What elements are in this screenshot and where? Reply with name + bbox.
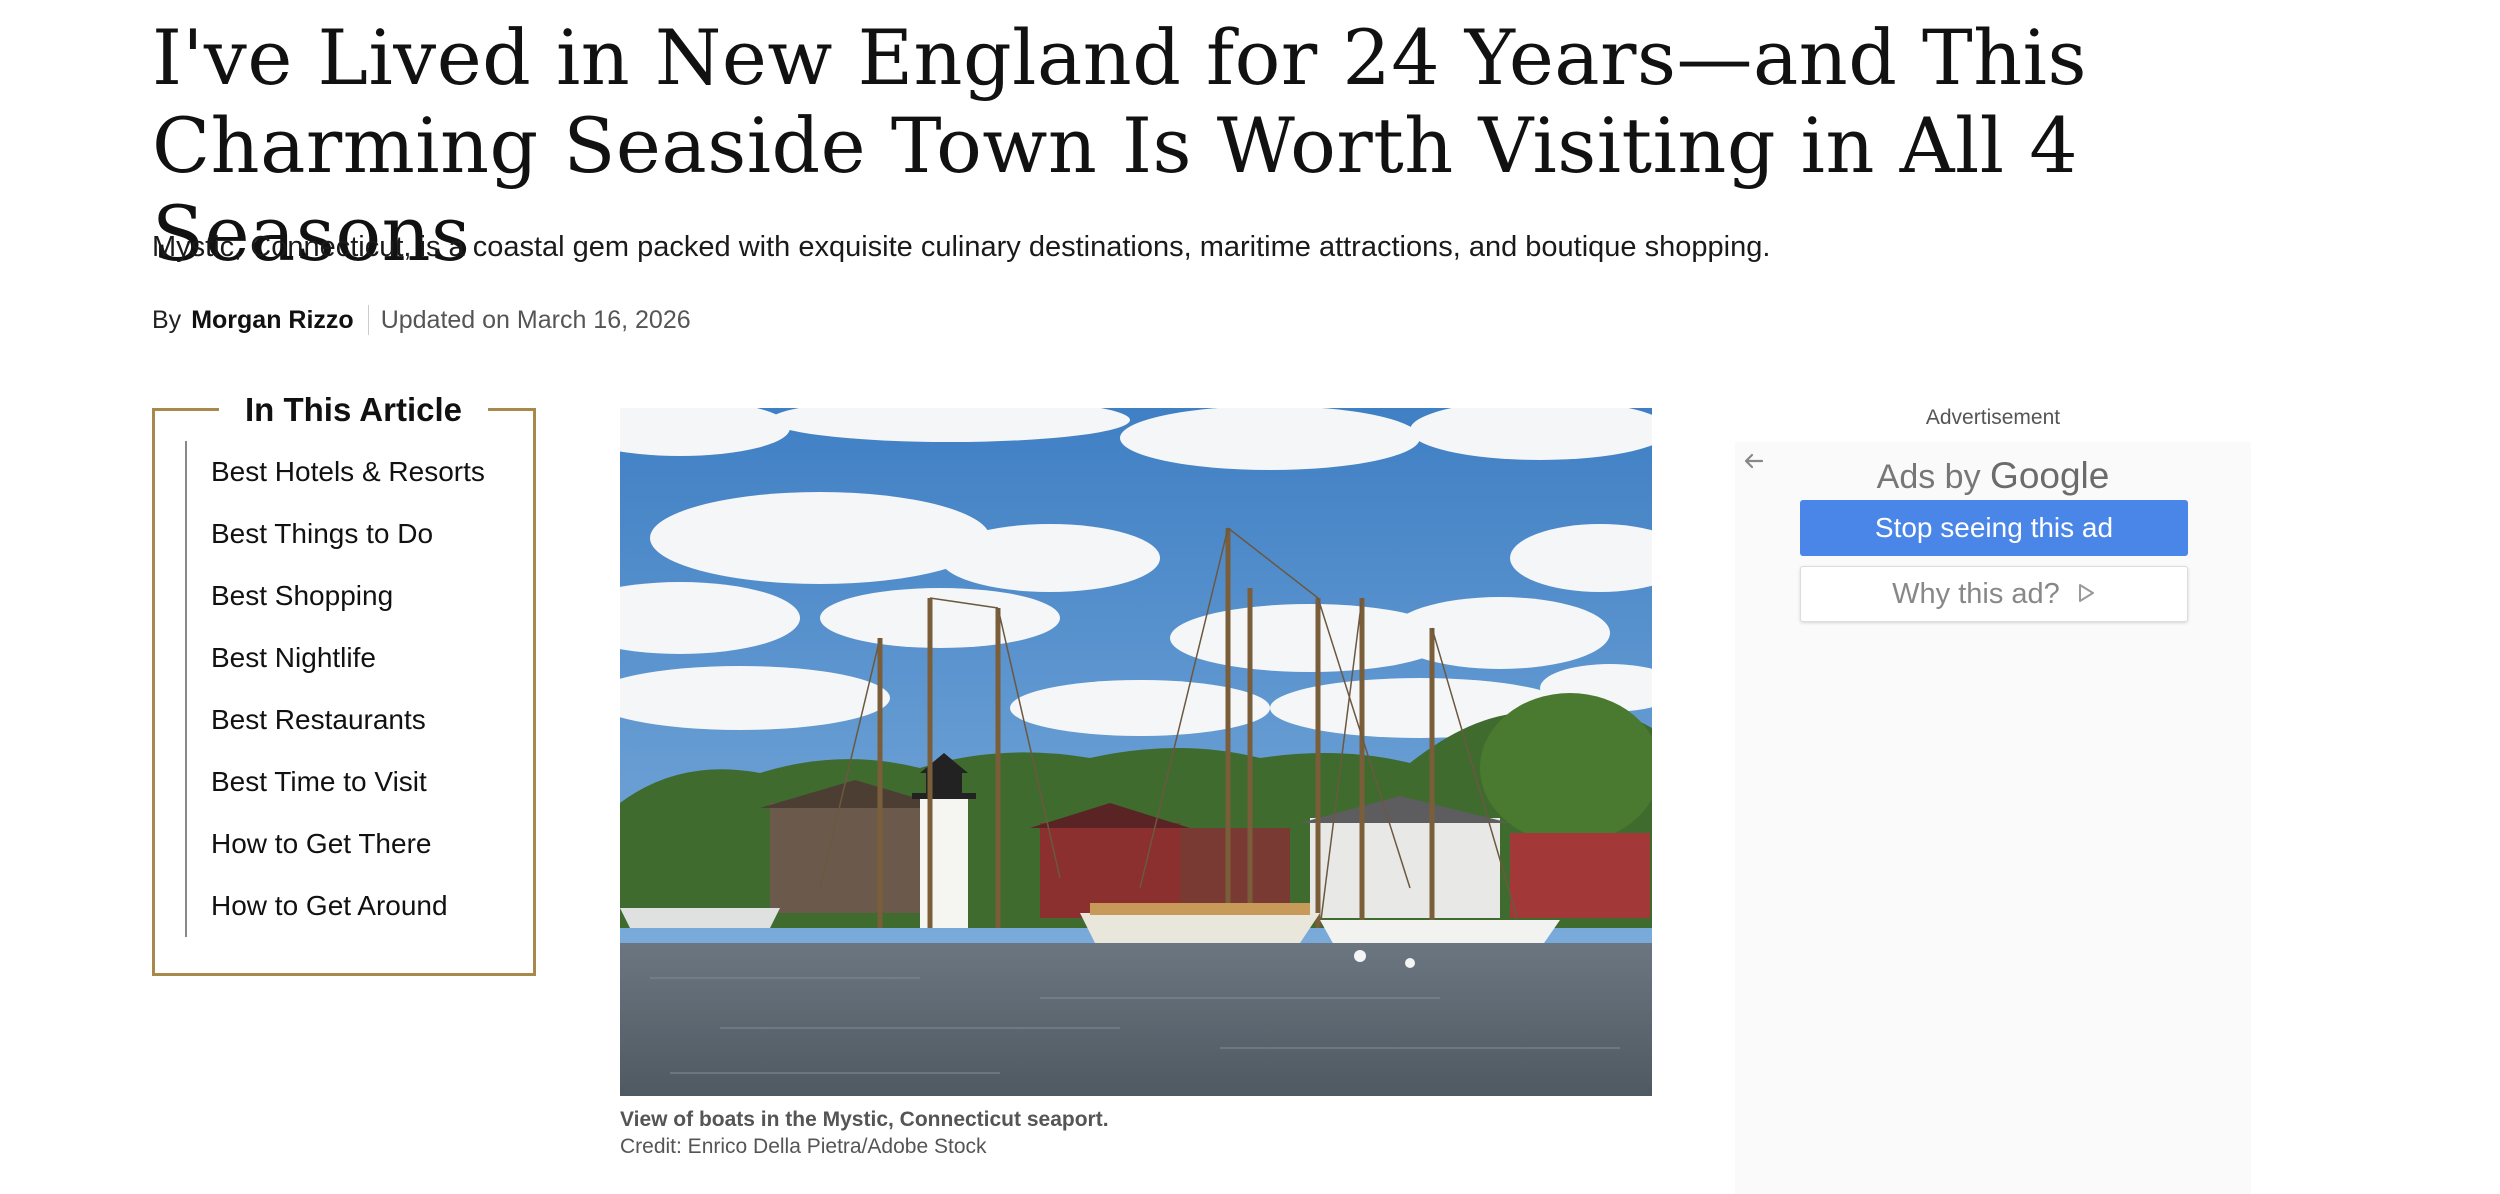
byline: By Morgan Rizzo Updated on March 16, 202… <box>152 302 691 338</box>
google-wordmark: Google <box>1990 455 2110 496</box>
toc-item-nightlife[interactable]: Best Nightlife <box>187 627 507 689</box>
caption-text: View of boats in the Mystic, Connecticut… <box>620 1108 1109 1131</box>
toc-list: Best Hotels & Resorts Best Things to Do … <box>185 441 507 937</box>
byline-prefix: By <box>152 305 182 334</box>
byline-divider <box>367 305 369 335</box>
toc-item-restaurants[interactable]: Best Restaurants <box>187 689 507 751</box>
toc-item-get-there[interactable]: How to Get There <box>187 813 507 875</box>
updated-date: Updated on March 16, 2026 <box>380 305 691 334</box>
toc-item-get-around[interactable]: How to Get Around <box>187 875 507 937</box>
article-dek: Mystic, Connecticut, is a coastal gem pa… <box>152 231 1771 263</box>
why-this-ad-button[interactable]: Why this ad? <box>1800 566 2188 622</box>
stop-seeing-ad-button[interactable]: Stop seeing this ad <box>1800 500 2188 556</box>
toc-item-hotels[interactable]: Best Hotels & Resorts <box>187 441 507 503</box>
image-caption: View of boats in the Mystic, Connecticut… <box>620 1106 1109 1160</box>
adchoices-play-icon <box>2076 568 2096 622</box>
why-this-ad-label: Why this ad? <box>1892 578 2060 610</box>
toc-item-things-to-do[interactable]: Best Things to Do <box>187 503 507 565</box>
ads-by-google: Ads by Google <box>1735 454 2251 499</box>
hero-image <box>620 408 1652 1096</box>
ad-container: Ads by Google Stop seeing this ad Why th… <box>1735 442 2251 1194</box>
caption-credit: Credit: Enrico Della Pietra/Adobe Stock <box>620 1135 987 1158</box>
ads-by-prefix: Ads by <box>1876 458 1981 496</box>
toc-title: In This Article <box>219 387 488 433</box>
advertisement-label: Advertisement <box>1925 406 2061 429</box>
table-of-contents: In This Article Best Hotels & Resorts Be… <box>152 387 536 976</box>
toc-item-shopping[interactable]: Best Shopping <box>187 565 507 627</box>
seaport-photo <box>620 408 1652 1096</box>
toc-item-time-to-visit[interactable]: Best Time to Visit <box>187 751 507 813</box>
author-link[interactable]: Morgan Rizzo <box>191 306 354 335</box>
